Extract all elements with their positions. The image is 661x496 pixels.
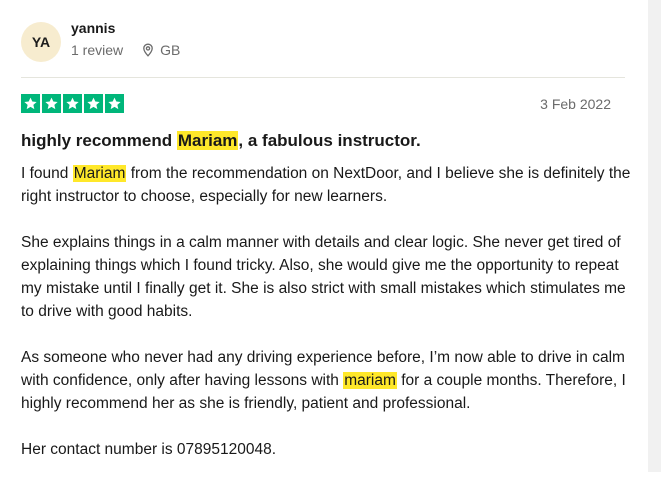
star-icon [42, 94, 61, 113]
review-paragraph: I found Mariam from the recommendation o… [21, 162, 631, 208]
avatar[interactable]: YA [21, 22, 61, 62]
avatar-initials: YA [31, 34, 51, 50]
review-count: 1 review [71, 42, 124, 58]
star-icon [84, 94, 103, 113]
scrollbar[interactable] [648, 0, 661, 472]
reviewer-meta: 1 review GB [71, 42, 180, 58]
search-highlight: Mariam [72, 165, 127, 182]
search-highlight: mariam [343, 372, 397, 389]
star-icon [21, 94, 40, 113]
location-pin-icon [141, 43, 155, 57]
review-paragraph: Her contact number is 07895120048. [21, 441, 277, 458]
divider [21, 77, 625, 78]
star-icon [105, 94, 124, 113]
title-text: , a fabulous instructor. [238, 131, 421, 150]
review-title[interactable]: highly recommend Mariam, a fabulous inst… [21, 130, 421, 152]
paragraph-text: I found [21, 165, 73, 182]
review-paragraph: She explains things in a calm manner wit… [21, 234, 626, 320]
reviewer-name[interactable]: yannis [71, 20, 115, 36]
review-date: 3 Feb 2022 [540, 96, 611, 112]
review-body: I found Mariam from the recommendation o… [21, 162, 631, 484]
review-card: YA yannis 1 review GB 3 Feb 2022 highly … [0, 0, 645, 496]
star-icon [63, 94, 82, 113]
review-paragraph: As someone who never had any driving exp… [21, 346, 631, 415]
title-text: highly recommend [21, 131, 177, 150]
star-rating [21, 94, 124, 113]
reviewer-country: GB [160, 42, 181, 58]
search-highlight: Mariam [176, 131, 239, 150]
